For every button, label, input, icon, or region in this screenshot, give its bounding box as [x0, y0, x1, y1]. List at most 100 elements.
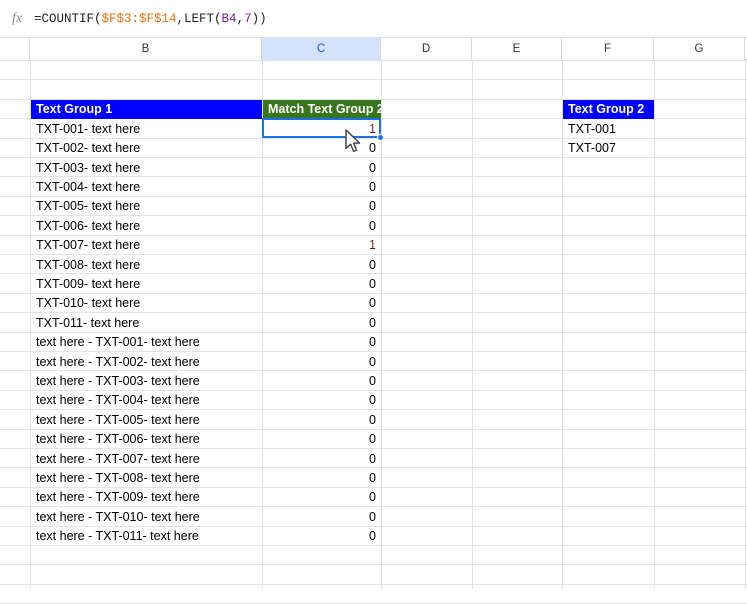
cell-b-row8[interactable]: TXT-008- text here [31, 255, 262, 274]
cell-c-row10[interactable]: 0 [263, 294, 381, 313]
cell-b-row5[interactable]: TXT-005- text here [31, 197, 262, 216]
cell-text: text here - TXT-008- text here [36, 470, 200, 485]
cell-text: 0 [369, 490, 376, 505]
cell-text: 0 [369, 529, 376, 544]
cell-c-row19[interactable]: 0 [263, 468, 381, 487]
cell-c-row11[interactable]: 0 [263, 313, 381, 332]
select-all-corner[interactable] [0, 38, 30, 60]
cell-text: TXT-001- text here [36, 121, 141, 136]
cell-text: TXT-010- text here [36, 296, 141, 311]
cell-c-row17[interactable]: 0 [263, 430, 381, 449]
header-text-group-1[interactable]: Text Group 1 [31, 99, 262, 119]
cell-b-row12[interactable]: text here - TXT-001- text here [31, 333, 262, 352]
cell-text: 0 [369, 179, 376, 194]
cell-b-row13[interactable]: text here - TXT-002- text here [31, 352, 262, 371]
cell-b-row21[interactable]: text here - TXT-010- text here [31, 507, 262, 526]
formula-input[interactable]: =COUNTIF($F$3:$F$14,LEFT(B4,7)) [30, 12, 747, 26]
cell-text: 0 [369, 509, 376, 524]
cell-b-row19[interactable]: text here - TXT-008- text here [31, 468, 262, 487]
spreadsheet-grid[interactable]: Text Group 1 Match Text Group 2 Text Group… [0, 60, 747, 604]
cell-text: 0 [369, 141, 376, 156]
cell-c-row22[interactable]: 0 [263, 527, 381, 546]
cell-c-row2[interactable]: 0 [263, 139, 381, 158]
cell-text: 0 [369, 160, 376, 175]
cell-c-row7[interactable]: 1 [263, 236, 381, 255]
cell-b-row1[interactable]: TXT-001- text here [31, 119, 262, 138]
cell-b-row3[interactable]: TXT-003- text here [31, 158, 262, 177]
cell-b-row7[interactable]: TXT-007- text here [31, 236, 262, 255]
cell-text: 0 [369, 354, 376, 369]
cell-b-row20[interactable]: text here - TXT-009- text here [31, 488, 262, 507]
cell-b-row4[interactable]: TXT-004- text here [31, 177, 262, 196]
cell-text: text here - TXT-006- text here [36, 432, 200, 447]
cell-text: 0 [369, 257, 376, 272]
formula-token-4: , [236, 11, 245, 26]
cell-b-row15[interactable]: text here - TXT-004- text here [31, 391, 262, 410]
cell-c-row12[interactable]: 0 [263, 333, 381, 352]
cell-c-row20[interactable]: 0 [263, 488, 381, 507]
cell-b-row22[interactable]: text here - TXT-011- text here [31, 527, 262, 546]
formula-token-0: =COUNTIF( [34, 11, 102, 26]
cell-text: 0 [369, 470, 376, 485]
column-header-g[interactable]: G [654, 38, 745, 60]
column-header-f[interactable]: F [562, 38, 654, 60]
cell-text: TXT-008- text here [36, 257, 141, 272]
cell-text: 0 [369, 373, 376, 388]
cell-text: TXT-007- text here [36, 238, 141, 253]
cell-b-row16[interactable]: text here - TXT-005- text here [31, 410, 262, 429]
cell-text: text here - TXT-001- text here [36, 335, 200, 350]
cell-text: 0 [369, 199, 376, 214]
cell-text: TXT-001 [568, 121, 616, 136]
cell-f-row1[interactable]: TXT-001 [563, 119, 654, 138]
cell-text: TXT-009- text here [36, 276, 141, 291]
header-text-group-2[interactable]: Text Group 2 [563, 99, 654, 119]
cell-c-row1[interactable]: 1 [263, 119, 381, 138]
header-match-text-group-2[interactable]: Match Text Group 2 [263, 99, 381, 119]
cell-text: 0 [369, 393, 376, 408]
cell-b-row6[interactable]: TXT-006- text here [31, 216, 262, 235]
cell-b-row9[interactable]: TXT-009- text here [31, 274, 262, 293]
cell-text: TXT-007 [568, 141, 616, 156]
cell-text: 0 [369, 296, 376, 311]
cell-f-row2[interactable]: TXT-007 [563, 139, 654, 158]
cell-text: 0 [369, 276, 376, 291]
cell-text: text here - TXT-004- text here [36, 393, 200, 408]
cell-c-row4[interactable]: 0 [263, 177, 381, 196]
cell-text: 0 [369, 412, 376, 427]
cell-c-row5[interactable]: 0 [263, 197, 381, 216]
cell-text: text here - TXT-010- text here [36, 509, 200, 524]
cell-c-row21[interactable]: 0 [263, 507, 381, 526]
cell-c-row6[interactable]: 0 [263, 216, 381, 235]
cell-c-row15[interactable]: 0 [263, 391, 381, 410]
cell-b-row18[interactable]: text here - TXT-007- text here [31, 449, 262, 468]
cell-c-row14[interactable]: 0 [263, 371, 381, 390]
cell-b-row2[interactable]: TXT-002- text here [31, 139, 262, 158]
cell-text: 0 [369, 315, 376, 330]
column-header-e[interactable]: E [472, 38, 562, 60]
cell-text: Match Text Group 2 [268, 102, 381, 117]
formula-token-6: )) [251, 11, 267, 26]
column-header-c[interactable]: C [262, 38, 381, 60]
cell-b-row17[interactable]: text here - TXT-006- text here [31, 430, 262, 449]
cell-b-row14[interactable]: text here - TXT-003- text here [31, 371, 262, 390]
cell-text: TXT-005- text here [36, 199, 141, 214]
cell-c-row13[interactable]: 0 [263, 352, 381, 371]
cell-text: text here - TXT-003- text here [36, 373, 200, 388]
cell-c-row9[interactable]: 0 [263, 274, 381, 293]
column-header-b[interactable]: B [30, 38, 262, 60]
cell-text: Text Group 2 [568, 102, 645, 117]
cell-b-row11[interactable]: TXT-011- text here [31, 313, 262, 332]
cell-text: TXT-004- text here [36, 179, 141, 194]
column-header-d[interactable]: D [381, 38, 472, 60]
cell-c-row8[interactable]: 0 [263, 255, 381, 274]
fill-handle[interactable] [377, 133, 384, 141]
cell-c-row3[interactable]: 0 [263, 158, 381, 177]
cell-text: TXT-002- text here [36, 141, 141, 156]
cell-text: 1 [369, 121, 376, 136]
cell-c-row16[interactable]: 0 [263, 410, 381, 429]
cell-text: text here - TXT-009- text here [36, 490, 200, 505]
cell-text: text here - TXT-011- text here [36, 529, 199, 544]
cell-b-row10[interactable]: TXT-010- text here [31, 294, 262, 313]
formula-token-5: 7 [244, 11, 252, 26]
cell-c-row18[interactable]: 0 [263, 449, 381, 468]
